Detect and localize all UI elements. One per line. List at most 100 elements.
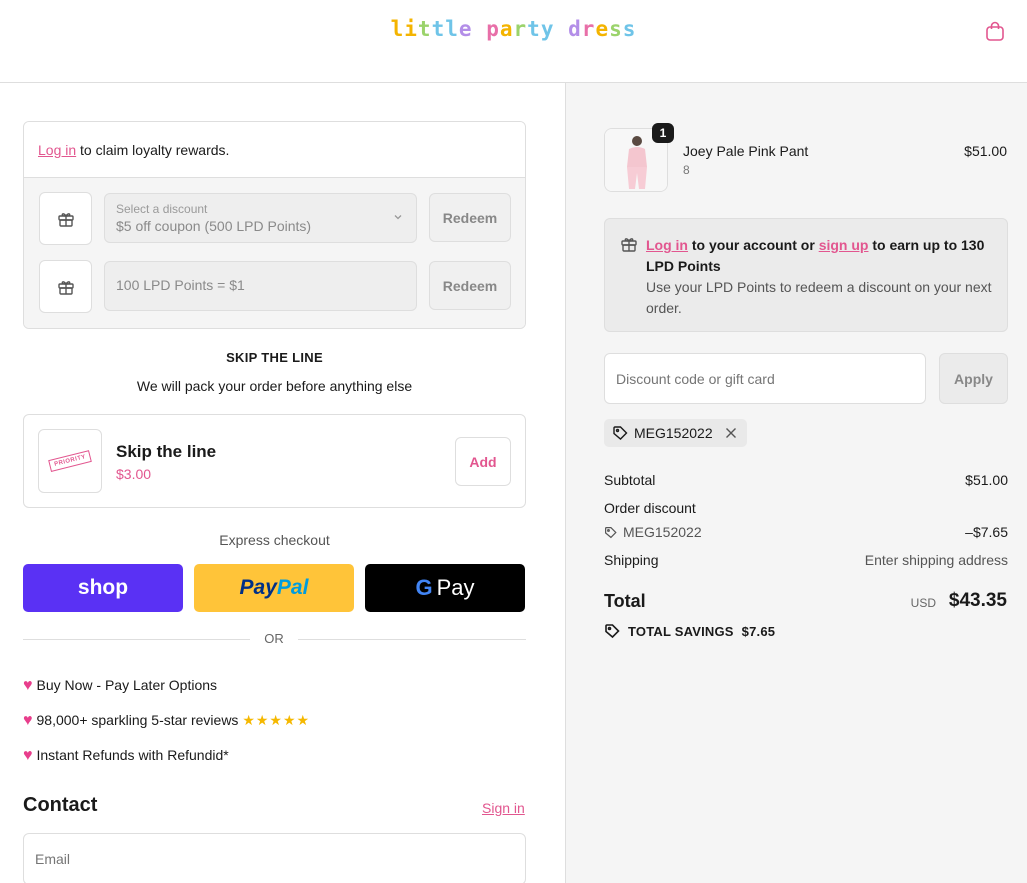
discount-code-line: MEG152022	[604, 524, 702, 540]
brand-logo-letter	[554, 17, 568, 41]
brand-logo-letter: d	[568, 17, 582, 41]
subtotal-value: $51.00	[965, 472, 1008, 488]
star-rating-icons: ★★★★★	[242, 712, 311, 728]
paypal-button[interactable]: Pay Pal	[194, 564, 354, 612]
product-price: $51.00	[964, 143, 1007, 159]
priority-stamp: PRIORITY	[48, 450, 92, 472]
perk-item: ♥ Buy Now - Pay Later Options	[23, 677, 217, 695]
currency-code: USD	[910, 596, 936, 610]
gift-icon	[57, 280, 74, 295]
total-savings-label: TOTAL SAVINGS	[628, 623, 734, 639]
discount-select-value: $5 off coupon (500 LPD Points)	[116, 218, 312, 234]
brand-logo-letter: y	[540, 17, 555, 41]
skip-line-title: SKIP THE LINE	[226, 350, 323, 365]
tag-icon	[605, 526, 617, 538]
apply-discount-button[interactable]: Apply	[939, 353, 1008, 404]
discount-select-label: Select a discount	[116, 202, 208, 216]
quantity-badge: 1	[652, 123, 674, 143]
brand-logo-letter: r	[581, 17, 596, 41]
brand-logo-letter: s	[622, 17, 637, 41]
applied-discount-code: MEG152022	[634, 425, 713, 441]
total-savings: TOTAL SAVINGS $7.65	[604, 623, 775, 639]
order-summary: 1 Joey Pale Pink Pant 8 $51.00 Log in to…	[565, 83, 1027, 883]
loyalty-login-text: to claim loyalty rewards.	[76, 142, 230, 158]
skip-line-name: Skip the line	[116, 442, 217, 461]
earn-signup-link[interactable]: sign up	[819, 237, 869, 253]
checkout-main: Log in to claim loyalty rewards. Select …	[0, 83, 565, 883]
close-icon[interactable]	[725, 427, 737, 439]
subtotal-row: Subtotal $51.00	[604, 472, 1008, 488]
discount-code-text: MEG152022	[623, 524, 702, 540]
shopping-bag-icon[interactable]	[984, 20, 1006, 42]
redeem-points-button[interactable]: Redeem	[429, 261, 511, 310]
earn-points-panel: Log in to your account or sign up to ear…	[604, 218, 1008, 332]
earn-text-1: to your account or	[688, 237, 819, 253]
brand-logo-letter: s	[609, 17, 623, 41]
loyalty-login-link[interactable]: Log in	[38, 142, 76, 158]
loyalty-login-prompt: Log in to claim loyalty rewards.	[24, 122, 525, 178]
total-label: Total	[604, 591, 646, 611]
gift-icon	[621, 238, 637, 252]
earn-points-detail: Use your LPD Points to redeem a discount…	[646, 279, 992, 316]
pink-heart-icon: ♥	[23, 747, 33, 764]
pink-heart-icon: ♥	[23, 677, 33, 694]
order-discount-row: Order discount	[604, 500, 1008, 516]
perk-text: 98,000+ sparkling 5-star reviews	[36, 712, 239, 728]
loyalty-rewards-panel: Log in to claim loyalty rewards. Select …	[23, 121, 526, 329]
brand-logo-letter: l	[445, 17, 459, 41]
paypal-label-pal: Pal	[276, 576, 309, 599]
site-header: little party dress	[0, 0, 1027, 83]
brand-logo-letter: t	[527, 17, 541, 41]
discount-code-input[interactable]	[604, 353, 926, 404]
discount-select[interactable]: Select a discount $5 off coupon (500 LPD…	[104, 193, 417, 243]
chevron-down-icon	[394, 215, 402, 220]
loyalty-redeem-rows: Select a discount $5 off coupon (500 LPD…	[24, 178, 525, 328]
google-pay-label: Pay	[436, 575, 475, 600]
perk-item: ♥ Instant Refunds with Refundid*	[23, 747, 229, 765]
gift-icon	[57, 212, 74, 227]
skip-line-price: $3.00	[116, 466, 152, 482]
total-value: $43.35	[948, 590, 1007, 611]
brand-logo-letter: e	[458, 17, 473, 41]
points-input-placeholder: 100 LPD Points = $1	[116, 277, 245, 293]
shop-pay-label: shop	[77, 576, 129, 599]
gift-button[interactable]	[39, 192, 92, 245]
shipping-label: Shipping	[604, 552, 659, 568]
paypal-label-pay: Pay	[239, 576, 277, 599]
google-pay-button[interactable]: G Pay	[365, 564, 525, 612]
earn-login-link[interactable]: Log in	[646, 237, 688, 253]
or-label: OR	[250, 631, 298, 646]
order-discount-label: Order discount	[604, 500, 696, 516]
brand-logo-letter: t	[431, 17, 446, 41]
discount-amount: –$7.65	[965, 524, 1008, 540]
shipping-row: Shipping Enter shipping address	[604, 552, 1008, 568]
shipping-value: Enter shipping address	[864, 552, 1008, 568]
brand-logo[interactable]: little party dress	[0, 17, 1027, 41]
add-skip-line-button[interactable]: Add	[455, 437, 511, 486]
pink-heart-icon: ♥	[23, 712, 33, 729]
skip-line-card: PRIORITY Skip the line $3.00 Add	[23, 414, 526, 508]
sign-in-link[interactable]: Sign in	[482, 800, 525, 816]
email-field[interactable]	[23, 833, 526, 883]
product-name: Joey Pale Pink Pant	[683, 143, 809, 159]
redeem-coupon-button[interactable]: Redeem	[429, 193, 511, 242]
tag-icon	[605, 624, 620, 639]
total-savings-value: $7.65	[741, 623, 776, 639]
product-variant: 8	[683, 163, 690, 177]
brand-logo-letter: p	[486, 17, 500, 41]
skip-line-subtitle: We will pack your order before anything …	[136, 378, 413, 394]
shop-pay-button[interactable]: shop	[23, 564, 183, 612]
brand-logo-letter: r	[513, 17, 528, 41]
brand-logo-letter: i	[404, 17, 418, 41]
perk-text: Instant Refunds with Refundid*	[36, 747, 229, 763]
brand-logo-letter: e	[595, 17, 610, 41]
discount-detail-row: MEG152022 –$7.65	[604, 524, 1008, 542]
gift-button[interactable]	[39, 260, 92, 313]
earn-points-text: Log in to your account or sign up to ear…	[646, 235, 996, 277]
points-input[interactable]: 100 LPD Points = $1	[104, 261, 417, 311]
brand-logo-letter: a	[499, 17, 514, 41]
contact-heading: Contact	[23, 794, 98, 816]
applied-discount-chip: MEG152022	[604, 419, 747, 447]
google-g-icon: G	[415, 575, 433, 600]
priority-stamp-image: PRIORITY	[38, 429, 102, 493]
